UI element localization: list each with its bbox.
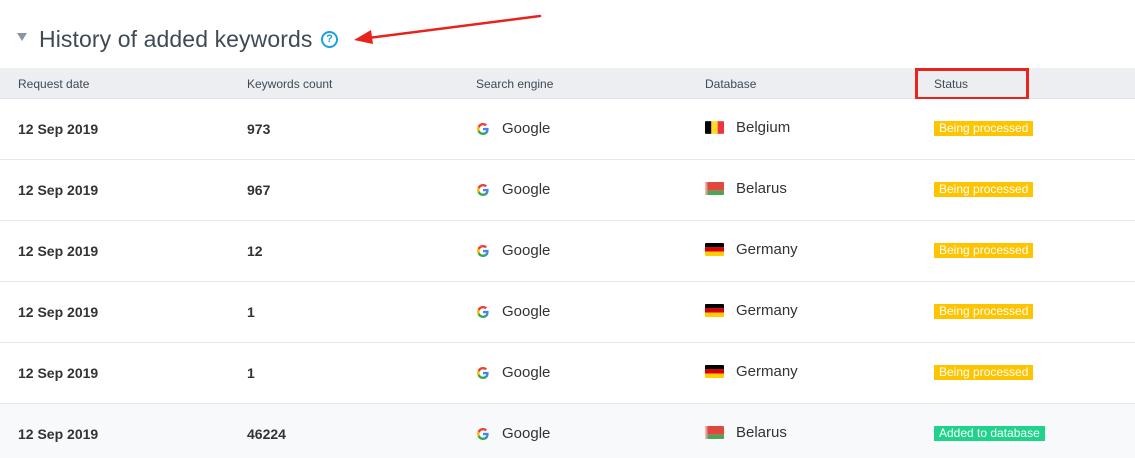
keywords-count-cell: 973	[247, 121, 271, 137]
keywords-count-cell: 1	[247, 365, 255, 381]
status-badge: Being processed	[934, 304, 1034, 319]
search-engine-cell: Google	[476, 303, 550, 320]
collapse-triangle-icon[interactable]	[17, 33, 27, 41]
help-circle-icon[interactable]: ?	[321, 31, 338, 48]
belarus-flag-icon	[705, 182, 724, 195]
database-label: Belarus	[736, 424, 787, 441]
keywords-count-cell: 12	[247, 243, 263, 259]
red-arrow-annotation	[354, 14, 542, 44]
section-header: History of added keywords ?	[0, 0, 1135, 68]
search-engine-cell: Google	[476, 364, 550, 381]
database-cell: Belgium	[705, 119, 790, 136]
keywords-count-cell: 967	[247, 182, 271, 198]
database-cell: Germany	[705, 241, 798, 258]
search-engine-cell: Google	[476, 425, 550, 442]
google-icon	[477, 122, 489, 135]
request-date-cell: 12 Sep 2019	[18, 121, 99, 137]
search-engine-cell: Google	[476, 181, 550, 198]
database-cell: Germany	[705, 302, 798, 319]
germany-flag-icon	[705, 304, 724, 317]
table-body: 12 Sep 2019 973 Google Belgium Being pro…	[0, 99, 1135, 458]
status-cell: Being processed	[934, 119, 1034, 136]
search-engine-label: Google	[502, 425, 551, 442]
status-badge: Added to database	[934, 426, 1045, 441]
status-badge: Being processed	[934, 121, 1034, 136]
search-engine-label: Google	[502, 181, 551, 198]
header-keywords-count[interactable]: Keywords count	[247, 77, 332, 91]
table-row: 12 Sep 2019 46224 Google Belarus Added t…	[0, 404, 1135, 458]
header-database[interactable]: Database	[705, 77, 756, 91]
section-title: History of added keywords	[39, 26, 313, 52]
search-engine-label: Google	[502, 120, 551, 137]
database-cell: Belarus	[705, 424, 787, 441]
belarus-flag-icon	[705, 426, 724, 439]
database-label: Germany	[736, 241, 798, 258]
status-badge: Being processed	[934, 182, 1034, 197]
germany-flag-icon	[705, 365, 724, 378]
database-label: Belgium	[736, 119, 791, 136]
search-engine-cell: Google	[476, 120, 550, 137]
keywords-count-cell: 1	[247, 304, 255, 320]
status-cell: Being processed	[934, 302, 1034, 319]
status-badge: Being processed	[934, 243, 1034, 258]
status-badge: Being processed	[934, 365, 1034, 380]
germany-flag-icon	[705, 243, 724, 256]
google-icon	[477, 305, 489, 318]
status-cell: Being processed	[934, 363, 1034, 380]
google-icon	[477, 366, 489, 379]
google-icon	[477, 427, 489, 440]
database-cell: Germany	[705, 363, 798, 380]
search-engine-cell: Google	[476, 242, 550, 259]
search-engine-label: Google	[502, 303, 551, 320]
status-cell: Being processed	[934, 180, 1034, 197]
header-search-engine[interactable]: Search engine	[476, 77, 553, 91]
table-row: 12 Sep 2019 1 Google Germany Being proce…	[0, 343, 1135, 404]
search-engine-label: Google	[502, 242, 551, 259]
table-row: 12 Sep 2019 973 Google Belgium Being pro…	[0, 99, 1135, 160]
request-date-cell: 12 Sep 2019	[18, 182, 99, 198]
request-date-cell: 12 Sep 2019	[18, 365, 99, 381]
table-row: 12 Sep 2019 1 Google Germany Being proce…	[0, 282, 1135, 343]
google-icon	[477, 244, 489, 257]
table-row: 12 Sep 2019 12 Google Germany Being proc…	[0, 221, 1135, 282]
status-cell: Being processed	[934, 241, 1034, 258]
database-label: Germany	[736, 302, 798, 319]
database-cell: Belarus	[705, 180, 787, 197]
request-date-cell: 12 Sep 2019	[18, 304, 99, 320]
belgium-flag-icon	[705, 121, 724, 134]
database-label: Germany	[736, 363, 798, 380]
table-row: 12 Sep 2019 967 Google Belarus Being pro…	[0, 160, 1135, 221]
keywords-count-cell: 46224	[247, 426, 286, 442]
search-engine-label: Google	[502, 364, 551, 381]
request-date-cell: 12 Sep 2019	[18, 426, 99, 442]
keywords-history-table: Request date Keywords count Search engin…	[0, 68, 1135, 458]
request-date-cell: 12 Sep 2019	[18, 243, 99, 259]
status-highlight-box	[915, 68, 1029, 100]
status-cell: Added to database	[934, 424, 1045, 441]
database-label: Belarus	[736, 180, 787, 197]
google-icon	[477, 183, 489, 196]
table-header: Request date Keywords count Search engin…	[0, 68, 1135, 100]
header-request-date[interactable]: Request date	[18, 77, 89, 91]
